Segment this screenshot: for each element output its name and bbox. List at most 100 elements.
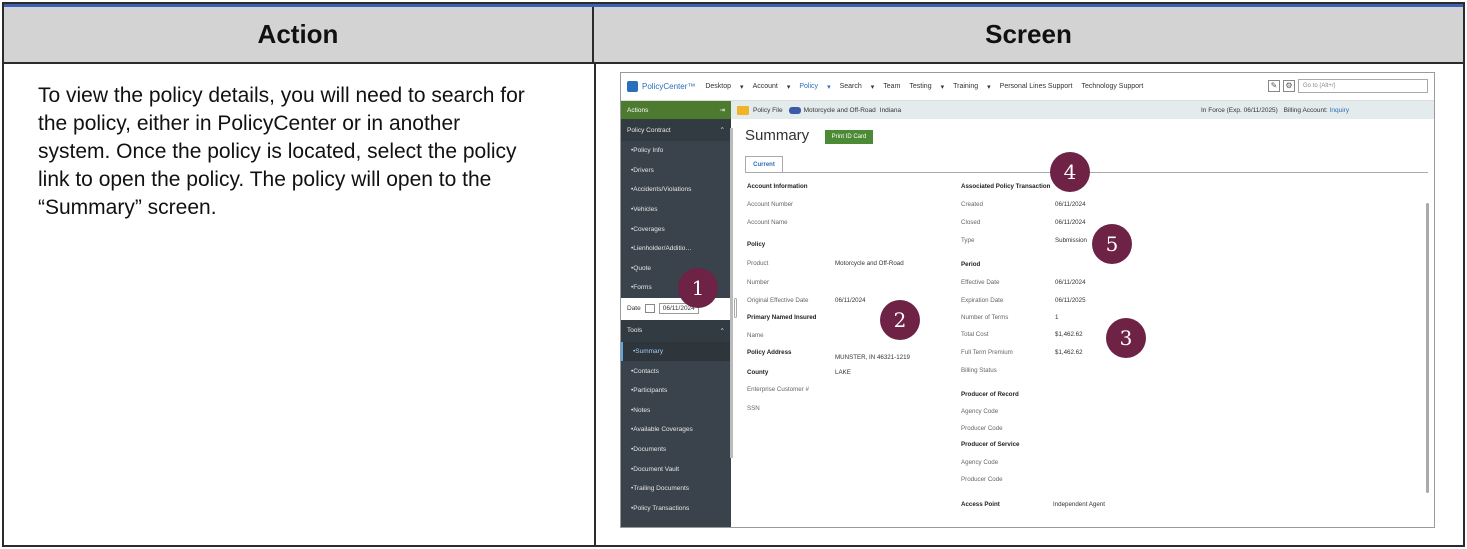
motorcycle-icon — [788, 106, 801, 114]
county-label: County — [747, 369, 769, 376]
nav-search[interactable]: Search — [840, 83, 862, 90]
edit-icon[interactable]: ✎ — [1268, 80, 1280, 92]
nav-policy-dropdown[interactable]: ▾ — [827, 83, 831, 91]
closed-value: 06/11/2024 — [1055, 219, 1086, 226]
period-heading: Period — [961, 261, 981, 268]
nav-account-dropdown[interactable]: ▾ — [787, 83, 791, 91]
app-title[interactable]: PolicyCenter™ — [642, 82, 695, 91]
full-term-premium-value: $1,462.62 — [1055, 349, 1083, 356]
sidebar-item-trailing-documents[interactable]: • Trailing Documents — [621, 479, 731, 499]
policy-address-label: Policy Address — [747, 349, 792, 356]
nav-policy[interactable]: Policy — [799, 83, 818, 90]
nav-training-dropdown[interactable]: ▾ — [987, 83, 991, 91]
nav-team[interactable]: Team — [883, 83, 900, 90]
nav-account[interactable]: Account — [753, 83, 778, 90]
sidebar-item-contacts[interactable]: • Contacts — [621, 361, 731, 381]
sidebar-item-label: Document Vault — [633, 465, 680, 473]
sidebar-item-vehicles[interactable]: • Vehicles — [621, 200, 731, 220]
sidebar-item-participants[interactable]: • Participants — [621, 381, 731, 401]
actions-label: Actions — [627, 106, 649, 114]
nav-technology-support[interactable]: Technology Support — [1081, 83, 1143, 90]
sidebar-item-label: Documents — [633, 446, 667, 454]
callout-5: 5 — [1092, 224, 1132, 264]
effective-date-value: 06/11/2024 — [1055, 279, 1086, 286]
billing-status-label: Billing Status — [961, 367, 997, 374]
date-picker[interactable]: Date 06/11/2024 — [621, 297, 731, 320]
sidebar-item-drivers[interactable]: • Drivers — [621, 161, 731, 181]
callout-4: 4 — [1050, 152, 1090, 192]
nav-testing-dropdown[interactable]: ▾ — [941, 83, 945, 91]
sidebar-item-label: Drivers — [633, 166, 654, 174]
product-label: Motorcycle and Off-Road — [803, 106, 876, 114]
policy-file-link[interactable]: Policy File — [753, 107, 783, 114]
sidebar-item-label: Available Coverages — [633, 426, 693, 434]
sidebar-item-quote[interactable]: • Quote — [621, 259, 731, 279]
page-title: Summary — [745, 127, 810, 144]
type-value: Submission — [1055, 237, 1087, 244]
sidebar-item-label: Notes — [633, 406, 651, 414]
policy-contract-label: Policy Contract — [627, 126, 671, 134]
producer-of-service-heading: Producer of Service — [961, 441, 1020, 448]
account-information-heading: Account Information — [747, 183, 808, 190]
chevron-up-icon: ⌃ — [719, 127, 725, 134]
product-label: Product — [747, 260, 769, 267]
closed-label: Closed — [961, 219, 981, 226]
sidebar-item-accidents[interactable]: • Accidents/Violations — [621, 180, 731, 200]
nav-training[interactable]: Training — [953, 83, 978, 90]
sidebar-item-label: Quote — [633, 264, 651, 272]
gear-icon[interactable]: ⚙ — [1283, 80, 1295, 92]
producer-code-2-label: Producer Code — [961, 476, 1003, 483]
full-term-premium-label: Full Term Premium — [961, 349, 1013, 356]
original-effective-date-value: 06/11/2024 — [835, 297, 866, 304]
date-label: Date — [627, 305, 641, 313]
billing-account-label: Billing Account: — [1283, 106, 1328, 114]
policy-heading: Policy — [747, 241, 766, 248]
number-label: Number — [747, 279, 770, 286]
panel-splitter[interactable] — [734, 298, 737, 318]
print-id-card-button[interactable]: Print ID Card — [825, 130, 873, 144]
policycenter-logo-icon — [627, 81, 638, 92]
nav-testing[interactable]: Testing — [909, 83, 931, 90]
tab-current[interactable]: Current — [745, 156, 783, 173]
sidebar-item-label: Policy Info — [633, 147, 664, 155]
name-label: Name — [747, 332, 764, 339]
section-tools[interactable]: Tools ⌃ — [621, 319, 731, 342]
actions-menu[interactable]: Actions ⇥ — [621, 101, 731, 119]
nav-personal-lines-support[interactable]: Personal Lines Support — [1000, 83, 1073, 90]
nav-search-dropdown[interactable]: ▾ — [871, 83, 875, 91]
collapse-icon[interactable]: ⇥ — [720, 106, 725, 114]
nav-desktop[interactable]: Desktop — [705, 83, 731, 90]
access-point-value: Independent Agent — [1053, 501, 1105, 508]
agency-code-label: Agency Code — [961, 408, 999, 415]
ssn-label: SSN — [747, 405, 760, 412]
nav-desktop-dropdown[interactable]: ▾ — [740, 83, 744, 91]
sidebar-item-policy-info[interactable]: • Policy Info — [621, 141, 731, 161]
sidebar-scrollbar[interactable] — [730, 128, 733, 458]
sidebar-item-available-coverages[interactable]: • Available Coverages — [621, 420, 731, 440]
calendar-icon[interactable] — [644, 304, 655, 314]
column-divider — [594, 64, 596, 545]
county-value: LAKE — [835, 369, 851, 376]
sidebar-item-summary[interactable]: • Summary — [621, 341, 731, 362]
sidebar-item-coverages[interactable]: • Coverages — [621, 219, 731, 239]
sidebar-item-label: Contacts — [633, 367, 659, 375]
goto-input[interactable]: Go to (Alt+/) — [1298, 79, 1428, 93]
sidebar-item-document-vault[interactable]: • Document Vault — [621, 459, 731, 479]
sidebar-item-label: Vehicles — [633, 206, 658, 214]
expiration-date-label: Expiration Date — [961, 297, 1004, 304]
sidebar-item-policy-transactions[interactable]: • Policy Transactions — [621, 499, 731, 519]
policy-info-bar: Policy File Motorcycle and Off-Road Indi… — [731, 101, 1434, 119]
billing-inquiry-link[interactable]: Inquiry — [1330, 107, 1350, 114]
screen-header: Screen — [594, 7, 1463, 64]
section-policy-contract[interactable]: Policy Contract ⌃ — [621, 119, 731, 141]
number-of-terms-label: Number of Terms — [961, 314, 1009, 321]
sidebar-item-notes[interactable]: • Notes — [621, 401, 731, 421]
sidebar-item-documents[interactable]: • Documents — [621, 440, 731, 460]
sidebar-item-lienholder[interactable]: • Lienholder/Additio… — [621, 239, 731, 259]
sidebar-item-label: Participants — [633, 387, 668, 395]
sidebar-item-label: Forms — [633, 284, 652, 292]
created-label: Created — [961, 201, 984, 208]
total-cost-label: Total Cost — [961, 331, 989, 338]
main-scrollbar[interactable] — [1426, 203, 1429, 493]
nav-tools: ✎ ⚙ Go to (Alt+/) — [1268, 79, 1428, 93]
